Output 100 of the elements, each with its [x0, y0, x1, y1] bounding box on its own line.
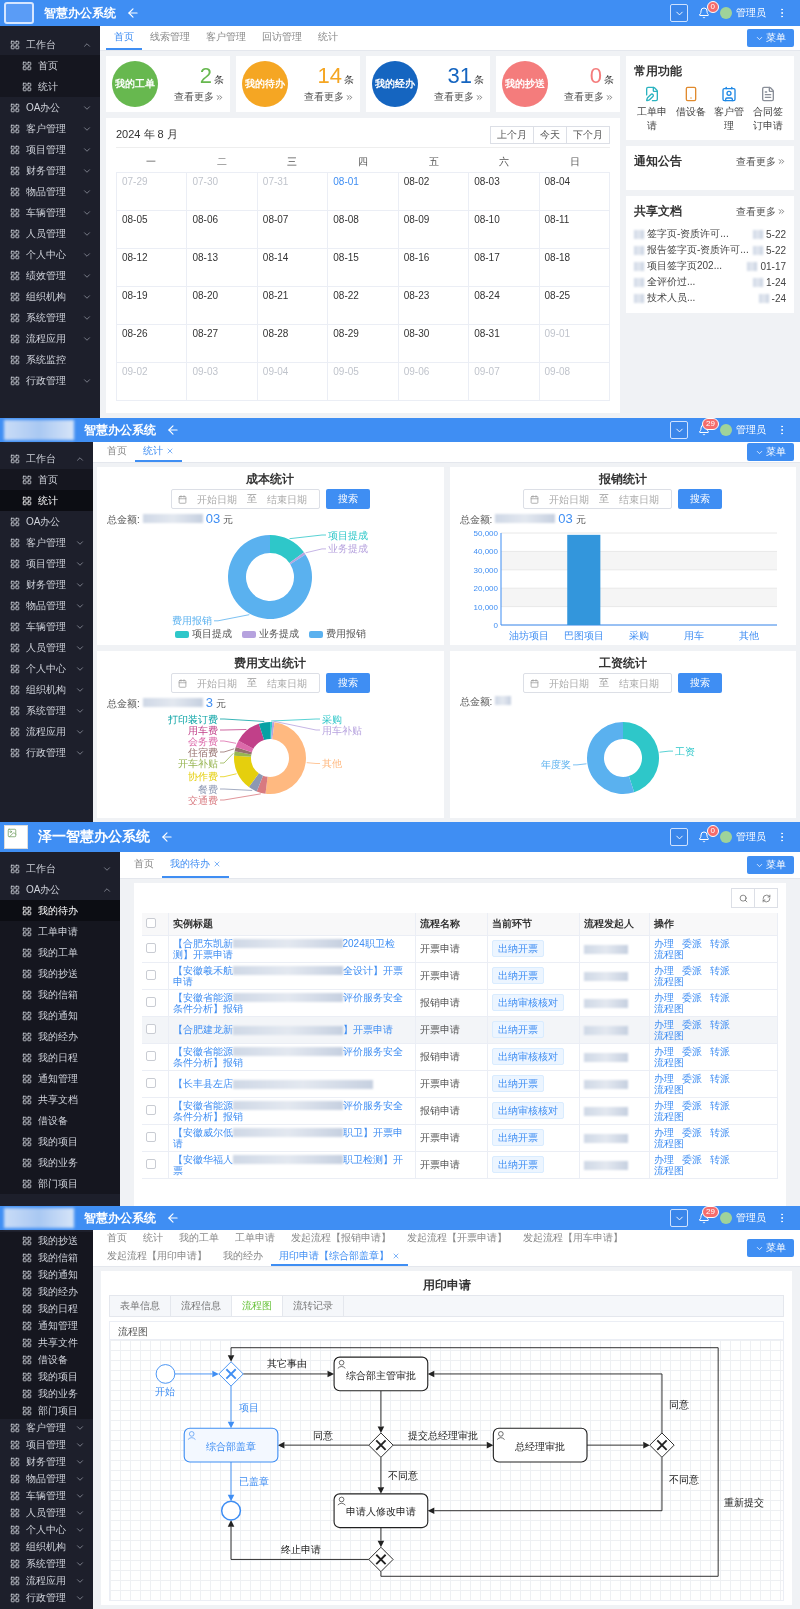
sidebar-item[interactable]: 项目管理	[0, 1436, 93, 1453]
avatar-icon[interactable]	[720, 424, 732, 436]
calendar-day[interactable]: 08-03	[469, 173, 540, 211]
search-button[interactable]	[731, 888, 755, 908]
checkbox[interactable]	[146, 1131, 156, 1142]
calendar-day[interactable]: 08-12	[117, 249, 188, 287]
action-link[interactable]: 办理	[654, 937, 674, 949]
tab[interactable]: 客户管理	[198, 26, 254, 50]
view-more-link[interactable]: 查看更多	[174, 90, 224, 104]
action-link[interactable]: 办理	[654, 964, 674, 976]
action-link[interactable]: 委派	[682, 1072, 702, 1084]
sidebar-item[interactable]: OA办公	[0, 97, 100, 118]
tab[interactable]: 我的待办	[162, 852, 229, 878]
calendar-day[interactable]: 08-17	[469, 249, 540, 287]
tab[interactable]: 统计	[310, 26, 346, 50]
calendar-day[interactable]: 08-15	[328, 249, 399, 287]
sidebar-item[interactable]: 项目管理	[0, 139, 100, 160]
sidebar-item[interactable]: 行政管理	[0, 1589, 93, 1606]
sidebar-item[interactable]: 财务管理	[0, 160, 100, 181]
task-node[interactable]: 申请人修改申请	[333, 1493, 429, 1529]
sidebar-item[interactable]: 我的信箱	[0, 1249, 93, 1266]
sidebar-item[interactable]: 组织机构	[0, 286, 100, 307]
calendar-day[interactable]: 08-02	[398, 173, 470, 211]
checkbox[interactable]	[146, 1077, 156, 1088]
sidebar-item[interactable]: 我的抄送	[0, 1232, 93, 1249]
sidebar-item[interactable]: 我的项目	[0, 1368, 93, 1385]
end-date-input[interactable]: 结束日期	[613, 677, 666, 689]
instance-title-link[interactable]: 【合肥东凯新 2024职卫检测】开票申请	[172, 937, 411, 960]
sidebar-item[interactable]: 工作台	[0, 858, 120, 879]
avatar-icon[interactable]	[720, 1212, 732, 1224]
calendar-day[interactable]: 08-06	[187, 211, 258, 249]
start-date-input[interactable]: 开始日期	[543, 677, 596, 689]
action-link[interactable]: 流程图	[654, 1083, 684, 1095]
sidebar-item[interactable]: 财务管理	[0, 574, 93, 595]
sidebar-item[interactable]: 行政管理	[0, 742, 93, 763]
sidebar-item[interactable]: 个人中心	[0, 244, 100, 265]
action-link[interactable]: 委派	[682, 1045, 702, 1057]
action-link[interactable]: 委派	[682, 937, 702, 949]
tab[interactable]: 首页	[126, 852, 162, 878]
action-link[interactable]: 流程图	[654, 1002, 684, 1014]
dropdown-toggle[interactable]	[670, 421, 688, 439]
tab[interactable]: 首页	[99, 442, 135, 462]
document-link[interactable]: 全评价过...	[647, 275, 750, 289]
end-date-input[interactable]: 结束日期	[260, 493, 313, 505]
sidebar-item[interactable]: OA办公	[0, 879, 120, 900]
calendar-day[interactable]: 08-29	[328, 325, 399, 363]
view-more-link[interactable]: 查看更多	[736, 154, 786, 169]
view-more-link[interactable]: 查看更多	[434, 90, 484, 104]
instance-title-link[interactable]: 【安徽威尔低 职卫】开票申请	[172, 1126, 411, 1149]
calendar-day[interactable]: 08-14	[257, 249, 329, 287]
sidebar-item[interactable]: 客户管理	[0, 532, 93, 553]
action-link[interactable]: 办理	[654, 1072, 674, 1084]
sidebar-item[interactable]: 统计	[0, 76, 100, 97]
sidebar-item[interactable]: 我的信箱	[0, 984, 120, 1005]
checkbox[interactable]	[146, 996, 156, 1007]
checkbox[interactable]	[146, 1158, 156, 1169]
action-link[interactable]: 委派	[682, 1153, 702, 1165]
tab[interactable]: 首页	[99, 1230, 135, 1248]
sidebar-item[interactable]: 统计	[0, 490, 93, 511]
sidebar-item[interactable]: 我的待办	[0, 900, 120, 921]
end-date-input[interactable]: 结束日期	[260, 677, 313, 689]
action-link[interactable]: 委派	[682, 1126, 702, 1138]
sidebar-item[interactable]: 车辆管理	[0, 202, 100, 223]
sub-tab[interactable]: 表单信息	[110, 1296, 171, 1316]
sidebar-item[interactable]: 行政管理	[0, 370, 100, 391]
start-date-input[interactable]: 开始日期	[190, 677, 243, 689]
document-link[interactable]: 项目签字页202...	[647, 259, 745, 273]
checkbox[interactable]	[146, 969, 156, 980]
calendar-day[interactable]: 08-21	[257, 287, 329, 325]
action-link[interactable]: 流程图	[654, 1137, 684, 1149]
sidebar-item[interactable]: 绩效管理	[0, 265, 100, 286]
calendar-day[interactable]: 08-11	[539, 211, 610, 249]
tab[interactable]: 发起流程【用印申请】	[99, 1248, 215, 1266]
dropdown-toggle[interactable]	[670, 828, 688, 846]
calendar-nav-button[interactable]: 上个月	[490, 125, 534, 144]
calendar-day[interactable]: 08-24	[469, 287, 540, 325]
sidebar-item[interactable]: 系统管理	[0, 307, 100, 328]
view-more-link[interactable]: 查看更多	[736, 204, 786, 219]
tab[interactable]: 发起流程【开票申请】	[399, 1230, 515, 1248]
sidebar-item[interactable]: 我的抄送	[0, 963, 120, 984]
calendar-day[interactable]: 08-23	[398, 287, 470, 325]
checkbox[interactable]	[146, 942, 156, 953]
action-link[interactable]: 办理	[654, 1045, 674, 1057]
document-link[interactable]: 技术人员...	[647, 291, 756, 305]
action-link[interactable]: 委派	[682, 964, 702, 976]
bell-icon[interactable]	[698, 1212, 710, 1224]
action-link[interactable]: 流程图	[654, 948, 684, 960]
close-icon[interactable]	[213, 860, 221, 868]
calendar-day[interactable]: 08-31	[469, 325, 540, 363]
sidebar-item[interactable]: 共享文件	[0, 1334, 93, 1351]
document-link[interactable]: 签字页-资质许可...	[647, 227, 750, 241]
dropdown-toggle[interactable]	[670, 1209, 688, 1227]
sidebar-item[interactable]: 车辆管理	[0, 616, 93, 637]
action-link[interactable]: 转派	[710, 1153, 730, 1165]
sidebar-item[interactable]: 工作台	[0, 34, 100, 55]
action-link[interactable]: 转派	[710, 964, 730, 976]
sidebar-item[interactable]: 借设备	[0, 1351, 93, 1368]
sidebar-item[interactable]: 我的日程	[0, 1300, 93, 1317]
calendar-day[interactable]: 08-18	[539, 249, 610, 287]
sidebar-item[interactable]: 系统监控	[0, 349, 100, 370]
